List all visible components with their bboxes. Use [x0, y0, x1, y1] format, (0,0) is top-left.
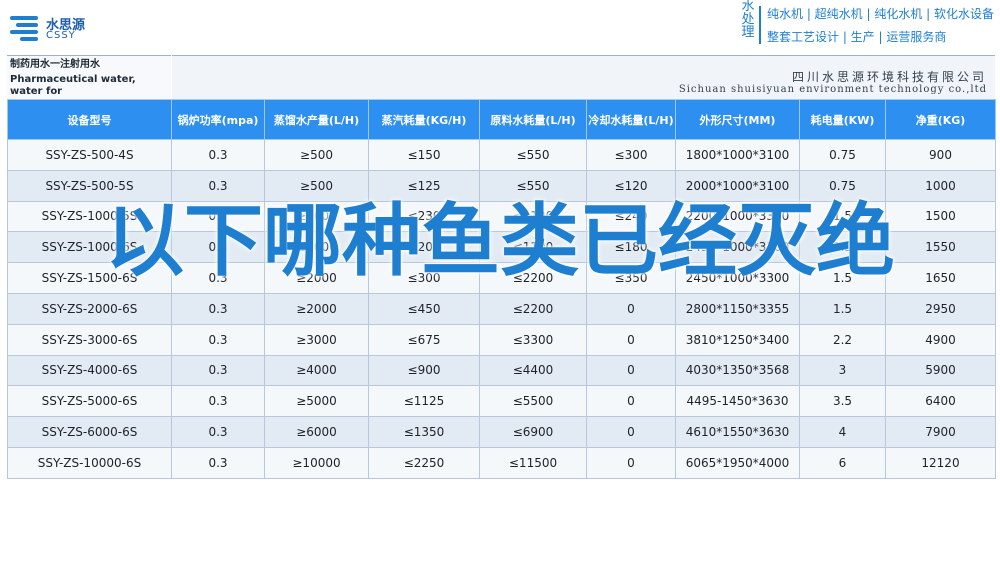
table-cell: ≥4000	[264, 354, 369, 387]
table-cell: 2.2	[799, 323, 886, 356]
table-cell: 0.3	[171, 354, 265, 387]
col-header-steam-consumption: 蒸汽耗量(KG/H)	[368, 99, 480, 140]
table-row: SSY-ZS-5000-6S 0.3 ≥5000 ≤1125 ≤5500 0 4495-14…	[7, 385, 996, 418]
table-cell: ≥500	[264, 139, 369, 171]
table-row: SSY-ZS-10000-6S 0.3 ≥10000 ≤2250 ≤11500 0 6065…	[7, 446, 996, 479]
table-cell: SSY-ZS-10000-6S	[7, 446, 172, 479]
table-cell: 6	[799, 446, 886, 479]
table-cell: 3810*1250*3400	[675, 323, 800, 356]
table-cell: 4900	[885, 323, 996, 356]
table-cell: ≥10000	[264, 446, 369, 479]
table-cell: 7900	[885, 416, 996, 448]
table-cell: ≥2000	[264, 292, 369, 325]
table-cell: ≤5500	[479, 385, 587, 418]
table-cell: 0.3	[171, 323, 265, 356]
table-cell: ≤300	[586, 139, 676, 171]
banner-divider	[759, 6, 761, 44]
table-cell: 4495-1450*3630	[675, 385, 800, 418]
col-header-net-weight: 净重(KG)	[885, 99, 996, 140]
table-cell: 2800*1150*3355	[675, 292, 800, 325]
overlay-headline: 以下哪种鱼类已经灭绝	[0, 190, 1000, 292]
company-banner: 四川水思源环境科技有限公司 Sichuan shuisiyuan environ…	[172, 55, 995, 101]
table-cell: 900	[885, 139, 996, 171]
water-logo-icon	[10, 16, 42, 41]
table-cell: 2950	[885, 292, 996, 325]
table-cell: ≤2200	[479, 292, 587, 325]
table-cell: SSY-ZS-5000-6S	[7, 385, 172, 418]
table-row: SSY-ZS-500-4S 0.3 ≥500 ≤150 ≤550 ≤300 1800*100…	[7, 139, 996, 171]
table-cell: ≤1125	[368, 385, 480, 418]
table-cell: 1.5	[799, 292, 886, 325]
table-row: SSY-ZS-6000-6S 0.3 ≥6000 ≤1350 ≤6900 0 4610*15…	[7, 416, 996, 448]
table-cell: 6400	[885, 385, 996, 418]
logo-en-text: CSSY	[46, 30, 76, 41]
table-cell: ≤2250	[368, 446, 480, 479]
table-cell: ≤900	[368, 354, 480, 387]
table-cell: 0	[586, 416, 676, 448]
table-cell: 0.3	[171, 446, 265, 479]
company-logo[interactable]: 水思源 CSSY	[10, 12, 105, 46]
table-cell: 4	[799, 416, 886, 448]
table-cell: SSY-ZS-2000-6S	[7, 292, 172, 325]
services-line-1: 纯水机 | 超纯水机 | 纯化水机 | 软化水设备	[767, 7, 995, 21]
table-cell: 0	[586, 385, 676, 418]
table-cell: ≤675	[368, 323, 480, 356]
table-cell: SSY-ZS-6000-6S	[7, 416, 172, 448]
table-cell: 4030*1350*3568	[675, 354, 800, 387]
table-row: SSY-ZS-2000-6S 0.3 ≥2000 ≤450 ≤2200 0 2800*115…	[7, 292, 996, 325]
table-cell: 0.3	[171, 416, 265, 448]
table-cell: ≤550	[479, 139, 587, 171]
table-cell: ≤6900	[479, 416, 587, 448]
table-cell: ≥5000	[264, 385, 369, 418]
table-cell: ≤450	[368, 292, 480, 325]
table-header-row: 设备型号 锅炉功率(mpa) 蒸馏水产量(L/H) 蒸汽耗量(KG/H) 原料水…	[7, 99, 996, 140]
table-cell: 1800*1000*3100	[675, 139, 800, 171]
table-cell: 0.3	[171, 385, 265, 418]
table-cell: 0.3	[171, 292, 265, 325]
table-cell: ≤3300	[479, 323, 587, 356]
service-banner: 水处理 纯水机 | 超纯水机 | 纯化水机 | 软化水设备 整套工艺设计 | 生…	[731, 0, 1000, 50]
table-cell: 0.3	[171, 139, 265, 171]
table-row: SSY-ZS-4000-6S 0.3 ≥4000 ≤900 ≤4400 0 4030*135…	[7, 354, 996, 387]
table-cell: 6065*1950*4000	[675, 446, 800, 479]
col-header-power: 耗电量(KW)	[799, 99, 886, 140]
table-cell: SSY-ZS-4000-6S	[7, 354, 172, 387]
caption-line-1: 制药用水一注射用水	[10, 59, 100, 70]
services-line-2: 整套工艺设计 | 生产 | 运营服务商	[767, 30, 947, 44]
table-cell: ≥3000	[264, 323, 369, 356]
table-cell: 3	[799, 354, 886, 387]
company-name-en: Sichuan shuisiyuan environment technolog…	[678, 84, 987, 95]
headline-text: 以下哪种鱼类已经灭绝	[105, 195, 895, 287]
table-cell: ≤11500	[479, 446, 587, 479]
table-caption: 制药用水一注射用水 Pharmaceutical water, water fo…	[7, 55, 171, 112]
col-header-boiler-power: 锅炉功率(mpa)	[171, 99, 265, 140]
company-name-cn: 四川水思源环境科技有限公司	[791, 70, 987, 84]
table-cell: 4610*1550*3630	[675, 416, 800, 448]
table-row: SSY-ZS-3000-6S 0.3 ≥3000 ≤675 ≤3300 0 3810*125…	[7, 323, 996, 356]
table-cell: ≥6000	[264, 416, 369, 448]
table-cell: SSY-ZS-3000-6S	[7, 323, 172, 356]
table-cell: 0	[586, 292, 676, 325]
table-cell: ≤1350	[368, 416, 480, 448]
top-header: 水思源 CSSY 水处理 纯水机 | 超纯水机 | 纯化水机 | 软化水设备 整…	[0, 0, 1000, 55]
table-cell: 12120	[885, 446, 996, 479]
col-header-raw-water: 原料水耗量(L/H)	[479, 99, 587, 140]
table-cell: 0	[586, 354, 676, 387]
table-cell: SSY-ZS-500-4S	[7, 139, 172, 171]
col-header-dimensions: 外形尺寸(MM)	[675, 99, 800, 140]
vertical-label: 水处理	[741, 0, 755, 40]
table-cell: ≤150	[368, 139, 480, 171]
table-cell: 0	[586, 446, 676, 479]
table-cell: ≤4400	[479, 354, 587, 387]
col-header-model: 设备型号	[7, 99, 172, 140]
table-cell: 0	[586, 323, 676, 356]
caption-line-2: Pharmaceutical water, water for	[10, 74, 136, 97]
col-header-distilled-output: 蒸馏水产量(L/H)	[264, 99, 369, 140]
table-cell: 3.5	[799, 385, 886, 418]
col-header-cooling-water: 冷却水耗量(L/H)	[586, 99, 676, 140]
table-cell: 0.75	[799, 139, 886, 171]
table-cell: 5900	[885, 354, 996, 387]
